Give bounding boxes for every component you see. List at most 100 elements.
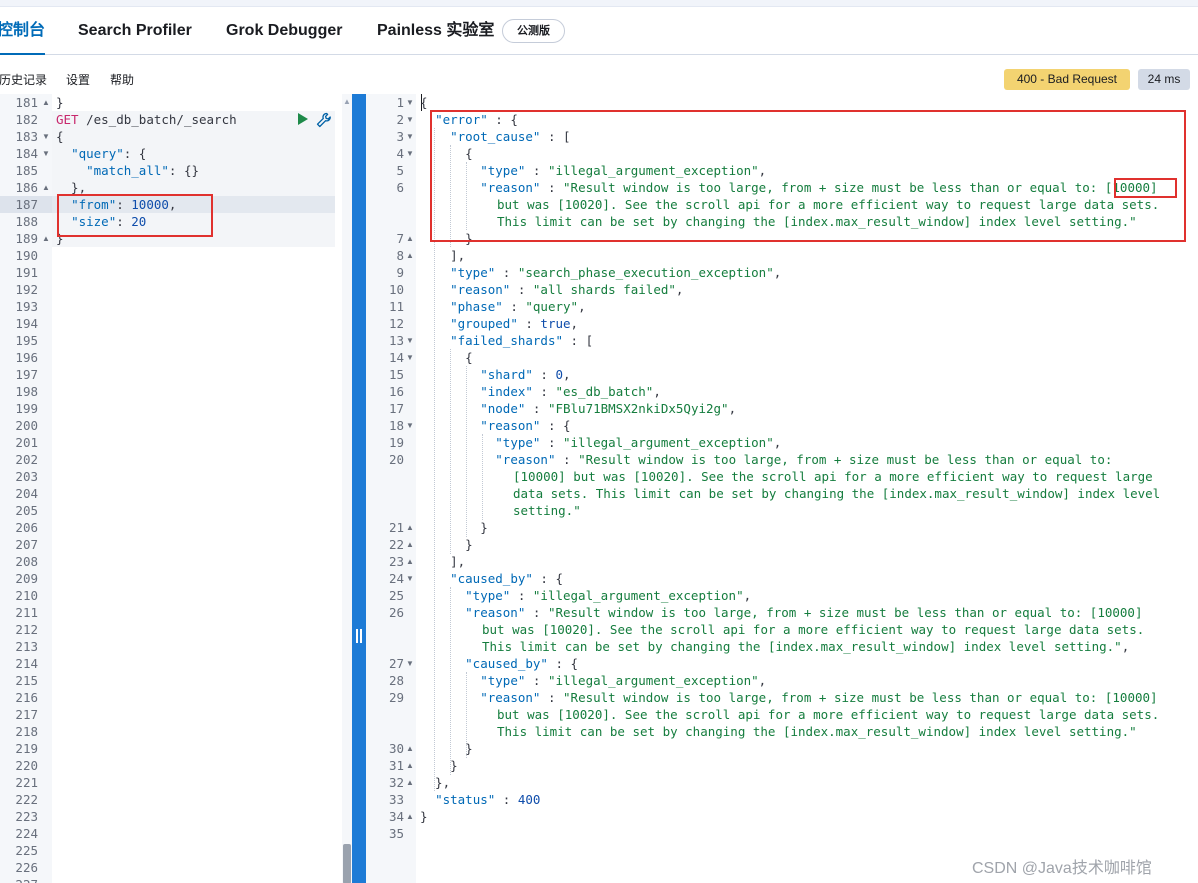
line-number: 29 (388, 690, 404, 705)
line-number: 212 (15, 622, 38, 637)
line-number: 194 (15, 316, 38, 331)
fold-toggle-icon[interactable]: ▲ (42, 179, 50, 196)
code-line: { (420, 350, 473, 365)
code-line: This limit can be set by changing the [i… (497, 724, 1137, 739)
code-line: "node" : "FBlu71BMSX2nkiDx5Qyi2g", (480, 401, 737, 416)
fold-toggle-icon[interactable]: ▲ (406, 247, 414, 264)
fold-toggle-icon[interactable]: ▼ (406, 570, 414, 587)
line-number: 200 (15, 418, 38, 433)
tab-grok-debugger[interactable]: Grok Debugger (226, 7, 342, 55)
status-value: 400 (517, 792, 541, 807)
line-number: 11 (388, 299, 404, 314)
code-line: "reason" : "Result window is too large, … (465, 605, 1143, 620)
line-number: 32 (388, 775, 404, 790)
type-value: "illegal_argument_exception" (532, 588, 744, 603)
fold-toggle-icon[interactable]: ▼ (406, 332, 414, 349)
line-number: 226 (15, 860, 38, 875)
fold-toggle-icon[interactable]: ▲ (406, 740, 414, 757)
fold-toggle-icon[interactable]: ▲ (406, 774, 414, 791)
fold-toggle-icon[interactable]: ▼ (406, 111, 414, 128)
code-line: "reason" : "Result window is too large, … (480, 690, 1158, 705)
line-number: 28 (388, 673, 404, 688)
code-line: "reason" : { (480, 418, 571, 433)
code-line: "reason" : "Result window is too large, … (495, 452, 1113, 467)
resize-grip-icon[interactable] (356, 629, 362, 643)
line-number: 12 (388, 316, 404, 331)
fold-toggle-icon[interactable]: ▼ (406, 94, 414, 111)
fold-toggle-icon[interactable]: ▲ (406, 230, 414, 247)
beta-badge: 公测版 (502, 19, 565, 43)
line-number: 206 (15, 520, 38, 535)
pane-resizer[interactable] (352, 94, 366, 883)
line-number: 16 (388, 384, 404, 399)
limit-highlight-box (1114, 178, 1177, 198)
fold-toggle-icon[interactable]: ▲ (42, 94, 50, 111)
line-number: 30 (388, 741, 404, 756)
request-scrollbar[interactable] (342, 94, 352, 883)
code-line: but was [10020]. See the scroll api for … (482, 622, 1145, 637)
type-value: "illegal_argument_exception" (563, 435, 774, 450)
code-line: data sets. This limit can be set by chan… (513, 486, 1161, 501)
code-line: "failed_shards" : [ (450, 333, 594, 348)
fold-toggle-icon[interactable]: ▲ (406, 808, 414, 825)
top-strip (0, 0, 1198, 7)
run-request-icon[interactable] (298, 113, 308, 125)
settings-link[interactable]: 设置 (66, 71, 90, 88)
code-line: [10000] but was [10020]. See the scroll … (513, 469, 1153, 484)
phase-value: "query" (525, 299, 579, 314)
fold-toggle-icon[interactable]: ▼ (406, 417, 414, 434)
line-number: 7 (396, 231, 404, 246)
http-method: GET (56, 112, 79, 127)
request-highlight-box (57, 194, 213, 237)
node-value: "FBlu71BMSX2nkiDx5Qyi2g" (547, 401, 729, 416)
reason-value: "all shards failed" (532, 282, 676, 297)
fold-toggle-icon[interactable]: ▼ (406, 128, 414, 145)
fold-toggle-icon[interactable]: ▼ (42, 145, 50, 162)
code-line: "index" : "es_db_batch", (480, 384, 661, 399)
line-number: 6 (396, 180, 404, 195)
scrollbar-thumb[interactable] (343, 844, 351, 883)
scroll-up-icon[interactable]: ▲ (343, 97, 351, 106)
fold-toggle-icon[interactable]: ▼ (406, 349, 414, 366)
line-number: 216 (15, 690, 38, 705)
line-number: 9 (396, 265, 404, 280)
line-number: 203 (15, 469, 38, 484)
request-line: GET /es_db_batch/_search (56, 111, 237, 128)
line-number: 214 (15, 656, 38, 671)
line-number: 2 (396, 112, 404, 127)
line-number: 224 (15, 826, 38, 841)
code-line: } (420, 758, 458, 773)
help-link[interactable]: 帮助 (110, 71, 134, 88)
line-number: 21 (388, 520, 404, 535)
code-line: setting." (513, 503, 581, 518)
request-path: /es_db_batch/_search (86, 112, 237, 127)
fold-toggle-icon[interactable]: ▲ (42, 230, 50, 247)
line-number: 20 (388, 452, 404, 467)
line-number: 219 (15, 741, 38, 756)
line-number: 181 (15, 95, 38, 110)
line-number: 183 (15, 129, 38, 144)
fold-toggle-icon[interactable]: ▼ (42, 128, 50, 145)
tab-console[interactable]: 控制台 (0, 7, 46, 55)
line-number: 196 (15, 350, 38, 365)
fold-toggle-icon[interactable]: ▲ (406, 553, 414, 570)
code-line: "type" : "search_phase_execution_excepti… (450, 265, 782, 280)
wrench-icon[interactable] (315, 111, 333, 129)
history-link[interactable]: 历史记录 (0, 71, 47, 88)
code-line: "type" : "illegal_argument_exception", (465, 588, 752, 603)
code-line: "shard" : 0, (480, 367, 571, 382)
fold-toggle-icon[interactable]: ▲ (406, 519, 414, 536)
line-number: 197 (15, 367, 38, 382)
fold-toggle-icon[interactable]: ▲ (406, 536, 414, 553)
line-number: 191 (15, 265, 38, 280)
line-number: 217 (15, 707, 38, 722)
status-badge: 400 - Bad Request (1004, 69, 1130, 90)
tab-painless-lab[interactable]: Painless 实验室 (377, 7, 494, 55)
fold-toggle-icon[interactable]: ▲ (406, 757, 414, 774)
code-line: { (56, 129, 64, 144)
tab-search-profiler[interactable]: Search Profiler (78, 7, 192, 55)
code-line: "caused_by" : { (465, 656, 579, 671)
fold-toggle-icon[interactable]: ▼ (406, 145, 414, 162)
fold-toggle-icon[interactable]: ▼ (406, 655, 414, 672)
type-value: "search_phase_execution_exception" (517, 265, 774, 280)
